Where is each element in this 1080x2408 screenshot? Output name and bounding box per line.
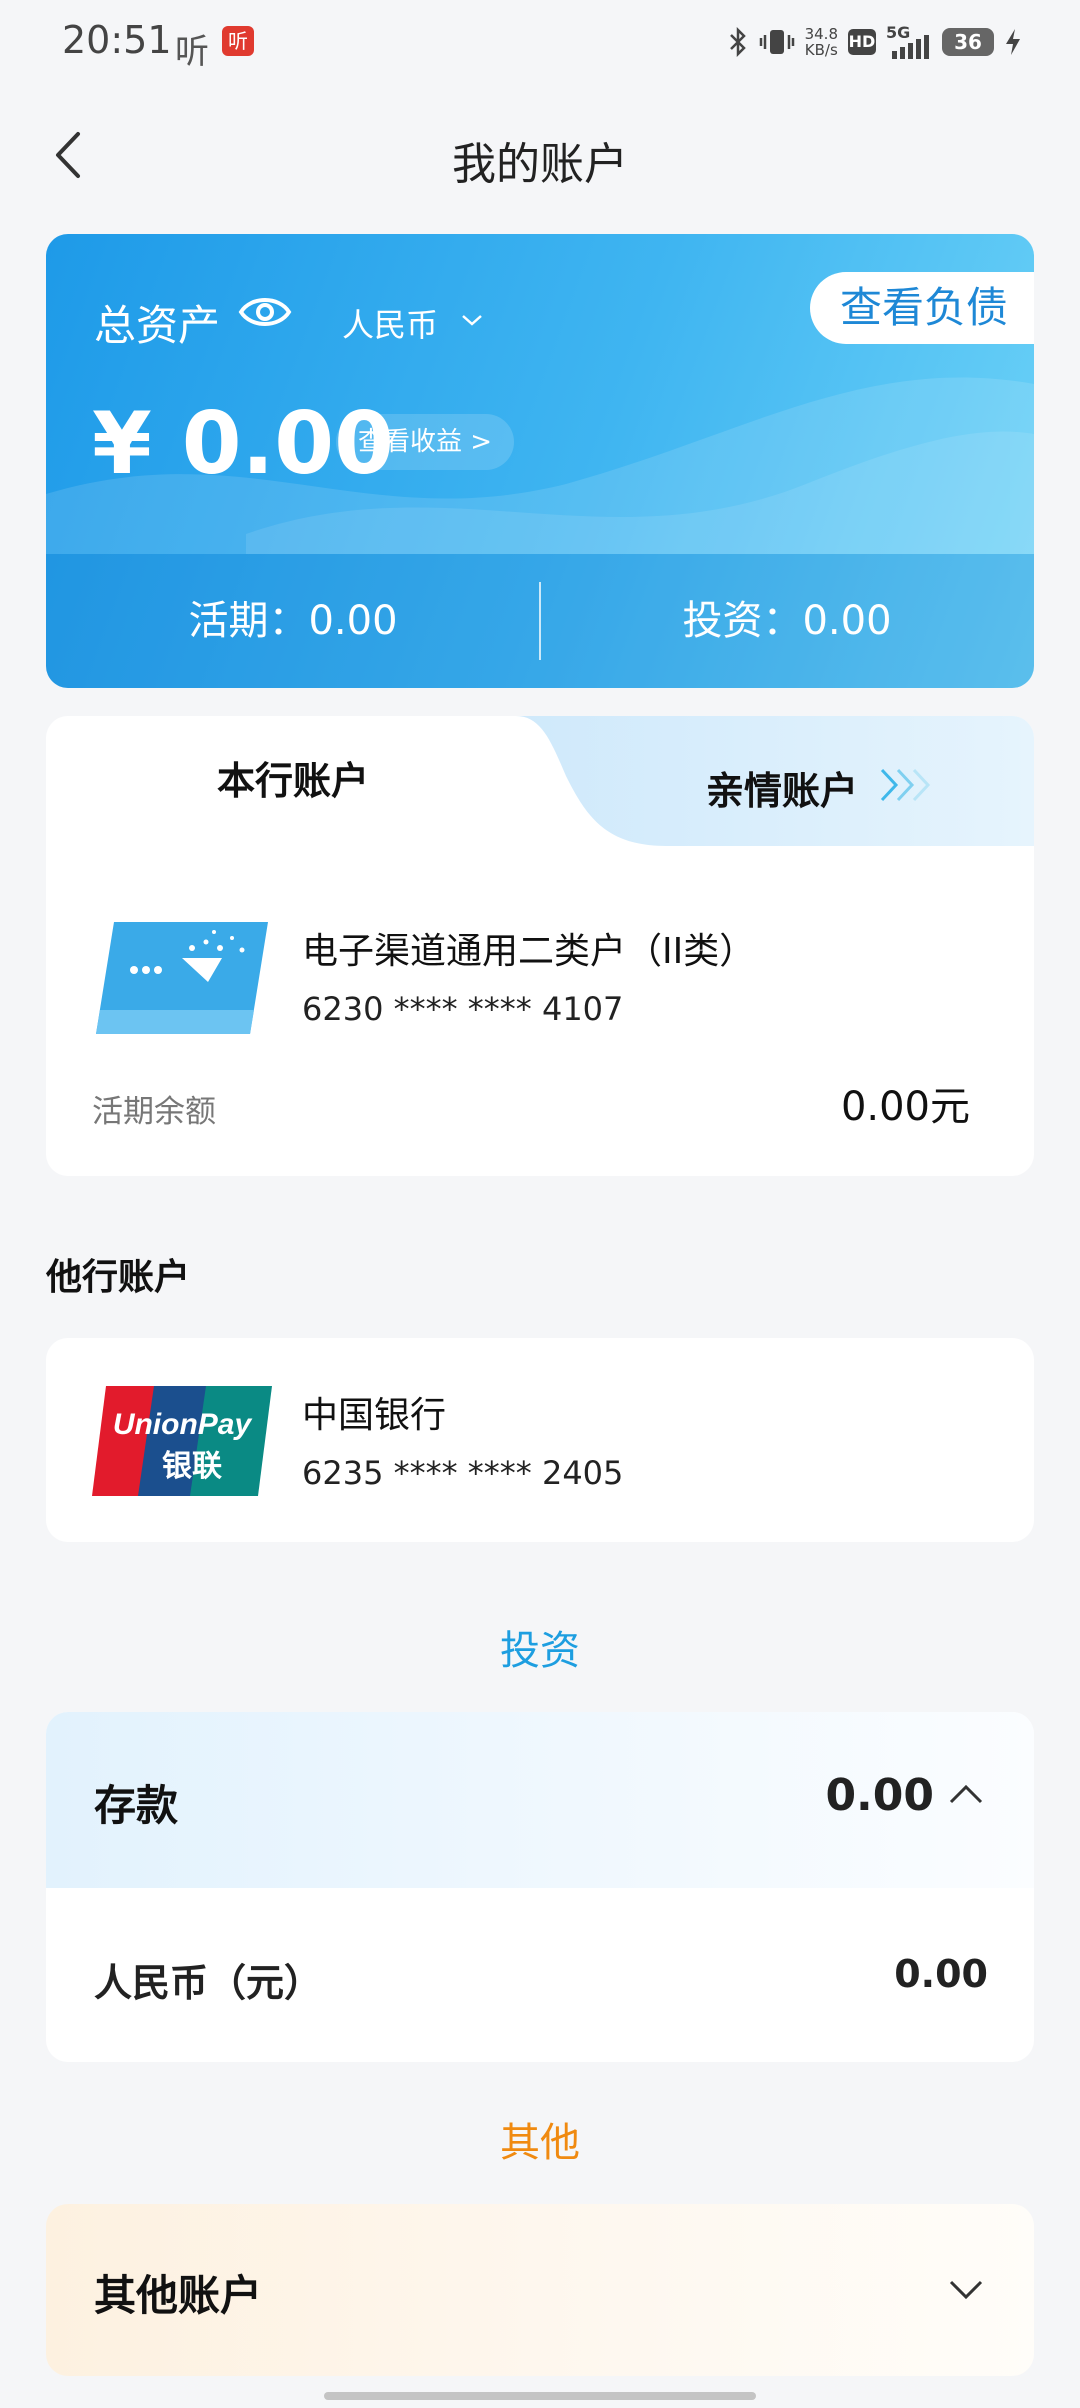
eye-icon[interactable]	[238, 292, 292, 332]
notification-badge-icon: 听	[222, 26, 254, 56]
balance-value: 0.00元	[840, 1084, 970, 1130]
bank-card-number: 6235 **** **** 2405	[302, 1454, 624, 1492]
tab-family-accounts[interactable]: 亲情账户	[706, 760, 858, 815]
rmb-deposit-label: 人民币（元）	[94, 1961, 323, 2005]
view-income-button[interactable]: 查看收益 >	[336, 414, 515, 470]
charging-icon	[1006, 29, 1020, 55]
bank-card-icon	[96, 922, 268, 1034]
chevron-up-icon[interactable]	[948, 1782, 984, 1806]
current-balance[interactable]: 活期：0.00	[46, 554, 540, 688]
chevrons-right-icon	[880, 768, 931, 802]
svg-text:UnionPay: UnionPay	[113, 1408, 253, 1441]
deposit-label: 存款	[94, 1781, 179, 1830]
bank-name: 中国银行	[302, 1395, 447, 1436]
page-title: 我的账户	[452, 139, 628, 190]
other-bank-card[interactable]: UnionPay 银联 中国银行 6235 **** **** 2405	[46, 1338, 1034, 1542]
balance-label: 活期余额	[92, 1094, 216, 1130]
notification-app-icon: 听	[175, 32, 209, 72]
tab-own-accounts[interactable]: 本行账户	[46, 716, 540, 846]
total-assets-label: 总资产	[94, 301, 221, 350]
account-number: 6230 **** **** 4107	[302, 990, 624, 1028]
other-section-title: 其他	[500, 2120, 580, 2166]
deposit-total: 0.00	[825, 1770, 934, 1821]
investment-section-title: 投资	[500, 1628, 580, 1674]
status-icons: 34.8 KB/s HD 5G 36	[727, 22, 1022, 62]
other-bank-section-title: 他行账户	[46, 1257, 191, 1298]
deposit-card: 存款 0.00 人民币（元） 0.00	[46, 1712, 1034, 2062]
currency-selector[interactable]: 人民币	[342, 300, 438, 346]
chevron-down-icon[interactable]	[460, 312, 484, 328]
bluetooth-icon	[729, 27, 746, 57]
investment-balance[interactable]: 投资：0.00	[540, 554, 1034, 688]
asset-breakdown: 活期：0.00 投资：0.00	[46, 554, 1034, 688]
home-indicator[interactable]	[324, 2392, 756, 2400]
hd-icon: HD	[848, 29, 876, 55]
battery-icon: 36	[942, 28, 994, 56]
vibrate-icon	[759, 30, 794, 54]
rmb-deposit-value: 0.00	[894, 1952, 988, 1996]
chevron-down-icon[interactable]	[948, 2278, 984, 2302]
account-tabs-card: 本行账户 亲情账户 电子渠道通用二类户（II类） 6230 **** **** …	[46, 716, 1034, 1176]
total-assets-card: 总资产 人民币 查看负债 ¥ 0.00 查看收益 > 活期：0.00 投资：0.…	[46, 234, 1034, 688]
signal-icon: 5G	[886, 23, 932, 59]
status-bar: 20:51 听 听 34.8 KB/s HD 5G 36	[0, 0, 1080, 90]
other-accounts-card[interactable]: 其他账户	[46, 2204, 1034, 2376]
status-time: 20:51	[62, 18, 172, 62]
other-accounts-label: 其他账户	[94, 2271, 263, 2320]
net-speed: 34.8 KB/s	[804, 25, 838, 59]
svg-text:银联: 银联	[162, 1449, 222, 1484]
view-debt-button[interactable]: 查看负债	[809, 272, 1034, 344]
account-name[interactable]: 电子渠道通用二类户（II类）	[302, 922, 755, 974]
unionpay-logo-icon: UnionPay 银联	[92, 1386, 272, 1496]
